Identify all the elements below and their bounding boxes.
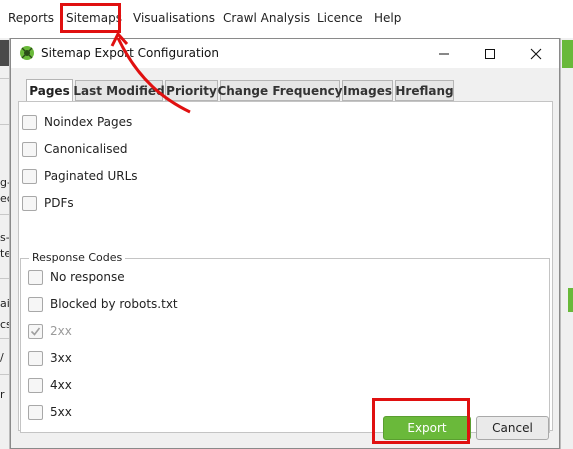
export-highlight-box	[372, 398, 470, 444]
background-text-fragment: r	[0, 388, 5, 401]
paginated-urls-option[interactable]: Paginated URLs	[22, 167, 138, 185]
sitemaps-highlight-box	[60, 3, 121, 33]
2xx-label: 2xx	[50, 324, 72, 338]
tab-pages[interactable]: Pages	[26, 79, 73, 102]
background-app-right-edge	[560, 38, 573, 449]
menu-visualisations[interactable]: Visualisations	[133, 11, 215, 25]
background-app-left-edge: g-( ec s- te ai cs / r	[0, 38, 10, 449]
dialog-titlebar[interactable]: Sitemap Export Configuration	[11, 39, 559, 68]
background-green-bar	[568, 288, 573, 312]
background-divider	[0, 78, 9, 79]
tab-priority[interactable]: Priority	[165, 80, 218, 101]
cancel-button[interactable]: Cancel	[476, 416, 549, 440]
noindex-pages-checkbox[interactable]	[22, 114, 37, 130]
canonicalised-label: Canonicalised	[44, 142, 128, 156]
menu-reports[interactable]: Reports	[8, 11, 54, 25]
blocked-by-robots-label: Blocked by robots.txt	[50, 297, 178, 311]
no-response-label: No response	[50, 270, 125, 284]
4xx-label: 4xx	[50, 378, 72, 392]
paginated-urls-checkbox[interactable]	[22, 168, 37, 184]
background-text-fragment: cs	[0, 318, 9, 331]
tab-hreflang[interactable]: Hreflang	[395, 80, 454, 101]
pdfs-label: PDFs	[44, 196, 74, 210]
minimize-button[interactable]	[421, 39, 467, 68]
noindex-pages-label: Noindex Pages	[44, 115, 133, 129]
maximize-icon	[485, 48, 495, 59]
background-text-fragment: te	[0, 247, 10, 260]
background-text-fragment: s-	[0, 231, 10, 244]
menu-help[interactable]: Help	[374, 11, 401, 25]
3xx-checkbox[interactable]	[28, 350, 43, 366]
menu-licence[interactable]: Licence	[317, 11, 363, 25]
2xx-checkbox	[28, 323, 43, 339]
blocked-by-robots-option[interactable]: Blocked by robots.txt	[28, 295, 178, 313]
blocked-by-robots-checkbox[interactable]	[28, 296, 43, 312]
response-codes-title: Response Codes	[29, 251, 126, 264]
4xx-option[interactable]: 4xx	[28, 376, 72, 394]
canonicalised-option[interactable]: Canonicalised	[22, 140, 128, 158]
sitemap-export-dialog: Sitemap Export Configuration Pages Last …	[10, 38, 560, 449]
background-text-fragment: ec	[0, 192, 9, 205]
background-divider	[0, 124, 9, 125]
dialog-title: Sitemap Export Configuration	[41, 46, 219, 60]
2xx-option: 2xx	[28, 322, 72, 340]
pdfs-option[interactable]: PDFs	[22, 194, 74, 212]
main-menubar: Reports Sitemaps Visualisations Crawl An…	[0, 0, 573, 38]
tab-last-modified[interactable]: Last Modified	[73, 80, 165, 101]
no-response-checkbox[interactable]	[28, 269, 43, 285]
no-response-option[interactable]: No response	[28, 268, 125, 286]
tab-images[interactable]: Images	[342, 80, 393, 101]
noindex-pages-option[interactable]: Noindex Pages	[22, 113, 132, 131]
close-button[interactable]	[513, 39, 559, 68]
spider-icon	[20, 46, 34, 60]
canonicalised-checkbox[interactable]	[22, 141, 37, 157]
background-text-fragment: ai	[0, 297, 10, 310]
background-divider	[0, 338, 9, 339]
background-green-button	[562, 40, 573, 68]
5xx-option[interactable]: 5xx	[28, 403, 72, 421]
background-divider	[0, 374, 9, 375]
paginated-urls-label: Paginated URLs	[44, 169, 138, 183]
background-text-fragment: /	[0, 351, 4, 364]
tab-change-frequency[interactable]: Change Frequency	[217, 80, 343, 101]
3xx-option[interactable]: 3xx	[28, 349, 72, 367]
checkmark-icon	[30, 327, 41, 336]
background-toolbar-strip	[0, 40, 9, 66]
response-codes-group: Response Codes No response Blocked by ro…	[20, 251, 550, 433]
5xx-label: 5xx	[50, 405, 72, 419]
pdfs-checkbox[interactable]	[22, 195, 37, 211]
4xx-checkbox[interactable]	[28, 377, 43, 393]
maximize-button[interactable]	[467, 39, 513, 68]
background-divider	[0, 278, 9, 279]
menu-crawl-analysis[interactable]: Crawl Analysis	[223, 11, 310, 25]
3xx-label: 3xx	[50, 351, 72, 365]
5xx-checkbox[interactable]	[28, 404, 43, 420]
dialog-content: Pages Last Modified Priority Change Freq…	[11, 68, 559, 448]
close-icon	[530, 48, 542, 59]
minimize-icon	[439, 53, 449, 54]
background-divider	[0, 214, 9, 215]
background-text-fragment: g-(	[0, 176, 9, 189]
